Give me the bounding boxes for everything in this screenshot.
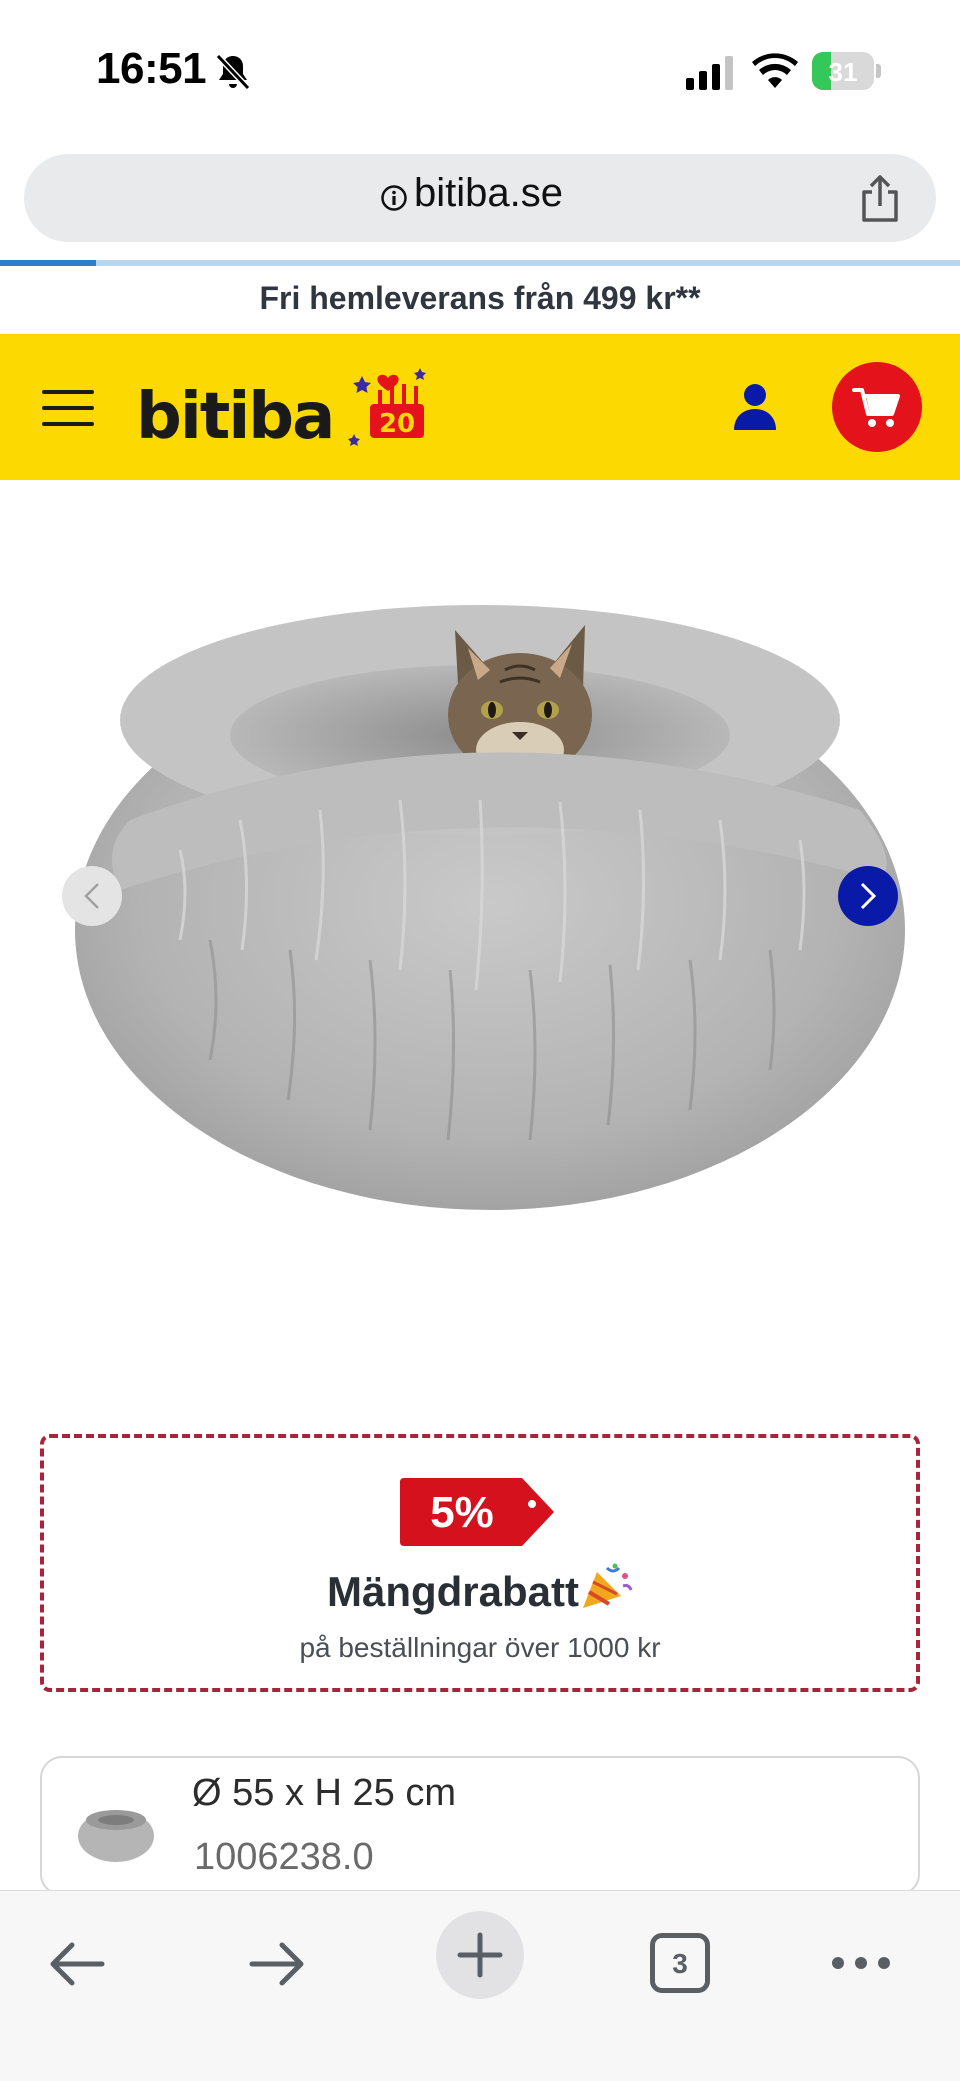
battery-percent: 31 (828, 57, 858, 87)
bell-muted-icon (215, 53, 251, 91)
cart-button[interactable] (832, 362, 922, 452)
url-text[interactable]: bitiba.se (414, 171, 563, 216)
discount-subtitle: på beställningar över 1000 kr (299, 1632, 661, 1663)
carousel-next-button[interactable] (838, 866, 898, 926)
shopping-cart-icon (852, 388, 900, 427)
cellular-signal-icon (686, 56, 733, 90)
status-bar: 16:51 31 (0, 0, 960, 140)
variant-option-card[interactable]: Ø 55 x H 25 cm 1006238.0 (40, 1756, 920, 1896)
status-time: 16:51 (96, 44, 207, 93)
bitiba-logo[interactable]: bitiba 20 (136, 360, 426, 460)
account-icon[interactable] (732, 382, 778, 432)
carousel-prev-button[interactable] (62, 866, 122, 926)
variant-size: Ø 55 x H 25 cm (192, 1772, 456, 1814)
tabs-button[interactable]: 3 (650, 1933, 710, 1993)
info-icon[interactable] (380, 184, 408, 212)
plus-icon (457, 1932, 503, 1978)
chevron-left-icon (84, 883, 99, 909)
discount-tag: 5% (396, 1472, 558, 1552)
battery-indicator: 31 (812, 52, 882, 90)
wifi-icon (752, 53, 798, 88)
share-icon[interactable] (856, 174, 904, 224)
variant-sku: 1006238.0 (194, 1836, 374, 1878)
more-options-icon[interactable] (830, 1951, 892, 1975)
discount-title: Mängdrabatt (44, 1562, 916, 1616)
site-header: bitiba 20 (0, 334, 960, 480)
forward-arrow-icon[interactable] (246, 1933, 308, 1995)
bulk-discount-box: 5% Mängdrabatt på beställningar över 100… (40, 1434, 920, 1692)
browser-toolbar: 3 (0, 1890, 960, 2081)
discount-title-text: Mängdrabatt (327, 1568, 579, 1615)
hamburger-menu-icon[interactable] (42, 388, 94, 428)
variant-thumbnail (78, 1810, 154, 1862)
address-bar[interactable]: bitiba.se (24, 154, 936, 242)
logo-wordmark: bitiba (136, 380, 335, 454)
anniversary-cake-icon: 20 (348, 368, 426, 446)
back-arrow-icon[interactable] (46, 1933, 108, 1995)
tab-count: 3 (672, 1948, 688, 1979)
chevron-right-icon (860, 882, 877, 910)
product-image-cat-bed[interactable] (60, 520, 930, 1240)
free-delivery-banner[interactable]: Fri hemleverans från 499 kr** (0, 280, 960, 317)
logo-badge-number: 20 (379, 409, 415, 439)
new-tab-button[interactable] (436, 1911, 524, 1999)
page-load-progress (0, 260, 960, 266)
party-popper-icon (583, 1563, 633, 1608)
discount-percent: 5% (430, 1488, 494, 1537)
